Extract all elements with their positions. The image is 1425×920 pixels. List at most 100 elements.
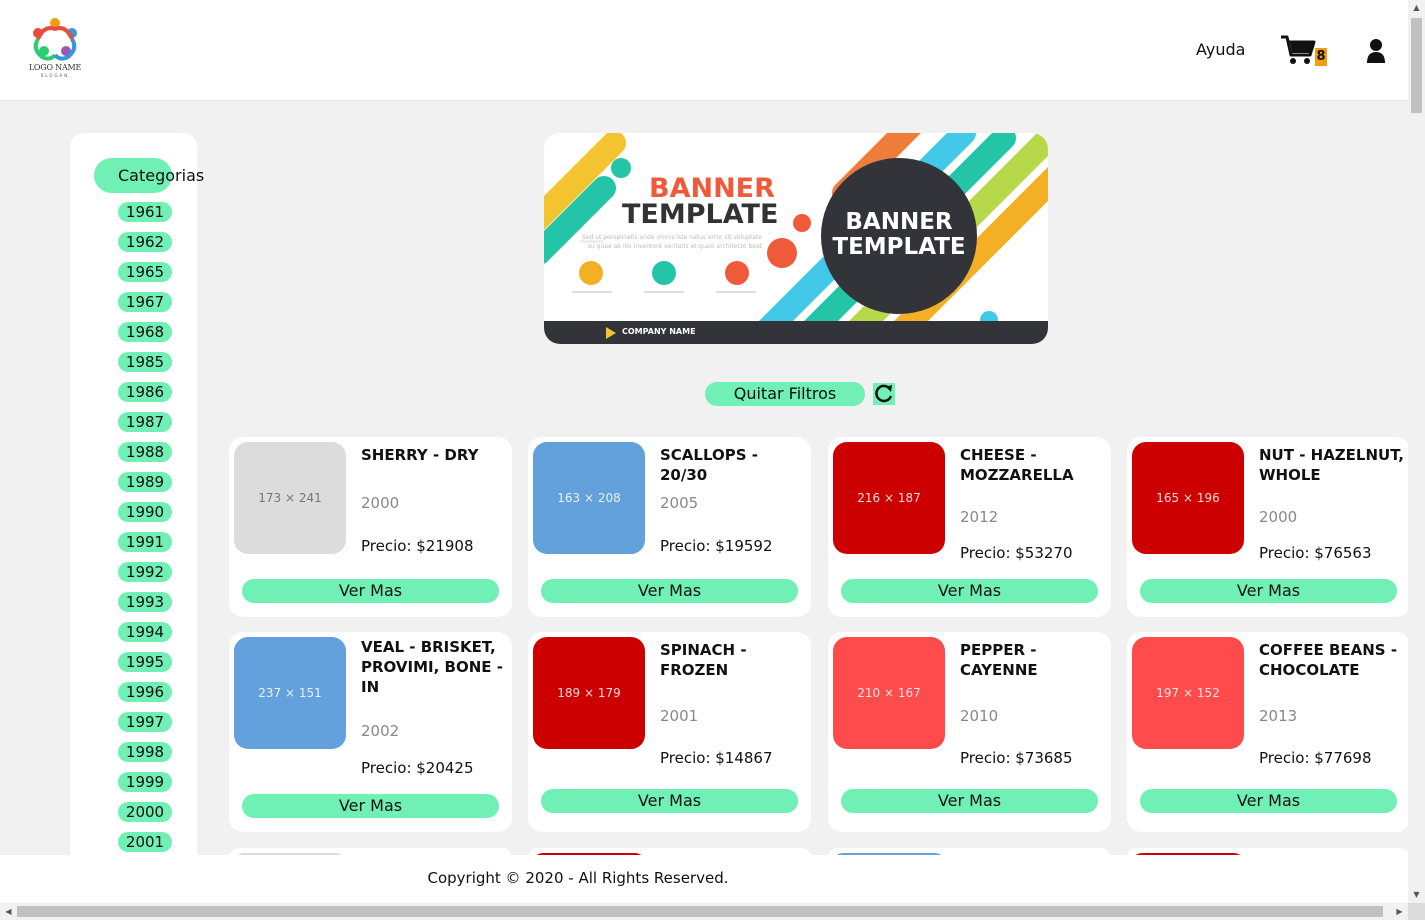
product-name: NUT - HAZELNUT, WHOLE — [1259, 446, 1405, 484]
refresh-button[interactable] — [873, 383, 895, 405]
product-year: 2002 — [361, 722, 400, 740]
user-icon — [1367, 39, 1385, 63]
banner-company: COMPANY NAME — [622, 327, 696, 336]
banner-body-text: Sed ut perspiciatis unde omnis iste natu… — [581, 234, 762, 250]
scroll-right-arrow[interactable]: ▶ — [1391, 903, 1408, 920]
banner-circle-text-1: BANNER — [845, 209, 953, 235]
category-year-1994[interactable]: 1994 — [118, 622, 172, 642]
product-card[interactable]: 165 × 196 NUT - HAZELNUT, WHOLE 2000 Precio… — [1127, 437, 1410, 617]
category-year-1987[interactable]: 1987 — [118, 412, 172, 432]
category-year-1990[interactable]: 1990 — [118, 502, 172, 522]
product-image[interactable]: 197 × 152 — [1132, 637, 1244, 749]
cart-count-badge: 8 — [1315, 48, 1327, 66]
product-name: COFFEE BEANS - CHOCOLATE — [1259, 641, 1398, 679]
user-button[interactable] — [1366, 38, 1386, 64]
ver-mas-button[interactable]: Ver Mas — [541, 789, 798, 813]
category-sidebar: Categorias 1961 1962 1965 1967 1968 1985 1986 1… — [70, 133, 204, 873]
product-image[interactable]: 173 × 241 — [234, 442, 346, 554]
product-image[interactable]: 216 × 187 — [833, 442, 945, 554]
product-card[interactable]: 173 × 241 SHERRY - DRY 2000 Precio: $21908 V… — [229, 437, 512, 617]
categories-title[interactable]: Categorias — [94, 158, 204, 193]
copyright-text: Copyright © 2020 - All Rights Reserved. — [427, 869, 729, 887]
product-price: Precio: $19592 — [660, 537, 773, 555]
product-image[interactable]: 210 × 167 — [833, 637, 945, 749]
product-price: Precio: $77698 — [1259, 749, 1372, 767]
product-year: 2012 — [960, 508, 999, 526]
category-year-1965[interactable]: 1965 — [118, 262, 172, 282]
scroll-down-arrow[interactable]: ▼ — [1408, 887, 1425, 903]
category-year-1961[interactable]: 1961 — [118, 202, 172, 222]
product-year: 2000 — [1259, 508, 1298, 526]
category-year-1985[interactable]: 1985 — [118, 352, 172, 372]
product-name: PEPPER - CAYENNE — [960, 641, 1038, 679]
banner[interactable]: BANNER TEMPLATE Sed ut perspiciatis unde… — [544, 133, 1048, 344]
cart-icon — [1281, 35, 1316, 64]
product-name: SHERRY - DRY — [361, 446, 479, 464]
product-card[interactable]: 189 × 179 SPINACH - FROZEN 2001 Precio: $14… — [528, 632, 811, 832]
category-year-2000[interactable]: 2000 — [118, 802, 172, 822]
product-name: VEAL - BRISKET, PROVIMI, BONE - IN — [361, 638, 503, 696]
logo-icon — [33, 18, 77, 61]
product-price: Precio: $21908 — [361, 537, 474, 555]
ver-mas-button[interactable]: Ver Mas — [242, 579, 499, 603]
logo-name: LOGO NAME — [28, 63, 82, 72]
product-image[interactable]: 189 × 179 — [533, 637, 645, 749]
refresh-icon — [875, 384, 893, 403]
category-year-1996[interactable]: 1996 — [118, 682, 172, 702]
product-card[interactable]: 197 × 152 COFFEE BEANS - CHOCOLATE 2013 Pre… — [1127, 632, 1410, 832]
category-year-1989[interactable]: 1989 — [118, 472, 172, 492]
product-price: Precio: $53270 — [960, 544, 1073, 562]
ver-mas-button[interactable]: Ver Mas — [1140, 789, 1397, 813]
scroll-up-arrow[interactable]: ▲ — [1408, 0, 1425, 16]
category-year-1995[interactable]: 1995 — [118, 652, 172, 672]
ver-mas-button[interactable]: Ver Mas — [841, 789, 1098, 813]
scrollbar-corner — [1408, 903, 1425, 920]
cart-button[interactable] — [1280, 34, 1316, 66]
product-year: 2000 — [361, 494, 400, 512]
product-year: 2010 — [960, 707, 999, 725]
product-year: 2013 — [1259, 707, 1298, 725]
clear-filters-button[interactable]: Quitar Filtros — [705, 382, 865, 406]
category-year-1991[interactable]: 1991 — [118, 532, 172, 552]
category-year-1992[interactable]: 1992 — [118, 562, 172, 582]
product-name: SPINACH - FROZEN — [660, 641, 747, 679]
vertical-scroll-thumb[interactable] — [1411, 18, 1422, 113]
banner-circle-text-2: TEMPLATE — [832, 234, 966, 260]
scroll-left-arrow[interactable]: ◀ — [0, 903, 17, 920]
product-name: SCALLOPS - 20/30 — [660, 446, 758, 484]
vertical-scrollbar[interactable]: ▲ ▼ — [1408, 0, 1425, 903]
product-year: 2001 — [660, 707, 699, 725]
category-year-1967[interactable]: 1967 — [118, 292, 172, 312]
product-price: Precio: $76563 — [1259, 544, 1372, 562]
help-link[interactable]: Ayuda — [1196, 40, 1245, 59]
banner-heading-2: TEMPLATE — [622, 199, 779, 230]
categories-title-label: Categorias — [118, 166, 205, 185]
horizontal-scroll-thumb[interactable] — [17, 906, 1383, 917]
horizontal-scrollbar[interactable]: ◀ ▶ — [0, 903, 1408, 920]
product-card[interactable]: 210 × 167 PEPPER - CAYENNE 2010 Precio: $73… — [828, 632, 1111, 832]
product-image[interactable]: 165 × 196 — [1132, 442, 1244, 554]
product-card[interactable]: 163 × 208 SCALLOPS - 20/30 2005 Precio: $19… — [528, 437, 811, 617]
category-year-1968[interactable]: 1968 — [118, 322, 172, 342]
ver-mas-button[interactable]: Ver Mas — [841, 579, 1098, 603]
category-year-1988[interactable]: 1988 — [118, 442, 172, 462]
product-image[interactable]: 237 × 151 — [234, 637, 346, 749]
product-price: Precio: $73685 — [960, 749, 1073, 767]
category-year-2001[interactable]: 2001 — [118, 832, 172, 852]
ver-mas-button[interactable]: Ver Mas — [1140, 579, 1397, 603]
logo-slogan: SLOGAN — [40, 73, 70, 78]
footer: Copyright © 2020 - All Rights Reserved. — [0, 855, 1408, 903]
product-price: Precio: $14867 — [660, 749, 773, 767]
product-image[interactable]: 163 × 208 — [533, 442, 645, 554]
category-year-1993[interactable]: 1993 — [118, 592, 172, 612]
product-card[interactable]: 216 × 187 CHEESE - MOZZARELLA 2012 Precio: … — [828, 437, 1111, 617]
logo[interactable]: LOGO NAME SLOGAN — [24, 15, 86, 79]
category-year-1962[interactable]: 1962 — [118, 232, 172, 252]
category-year-1999[interactable]: 1999 — [118, 772, 172, 792]
ver-mas-button[interactable]: Ver Mas — [242, 794, 499, 818]
ver-mas-button[interactable]: Ver Mas — [541, 579, 798, 603]
category-year-1997[interactable]: 1997 — [118, 712, 172, 732]
product-card[interactable]: 237 × 151 VEAL - BRISKET, PROVIMI, BONE -… — [229, 632, 512, 832]
category-year-1986[interactable]: 1986 — [118, 382, 172, 402]
category-year-1998[interactable]: 1998 — [118, 742, 172, 762]
